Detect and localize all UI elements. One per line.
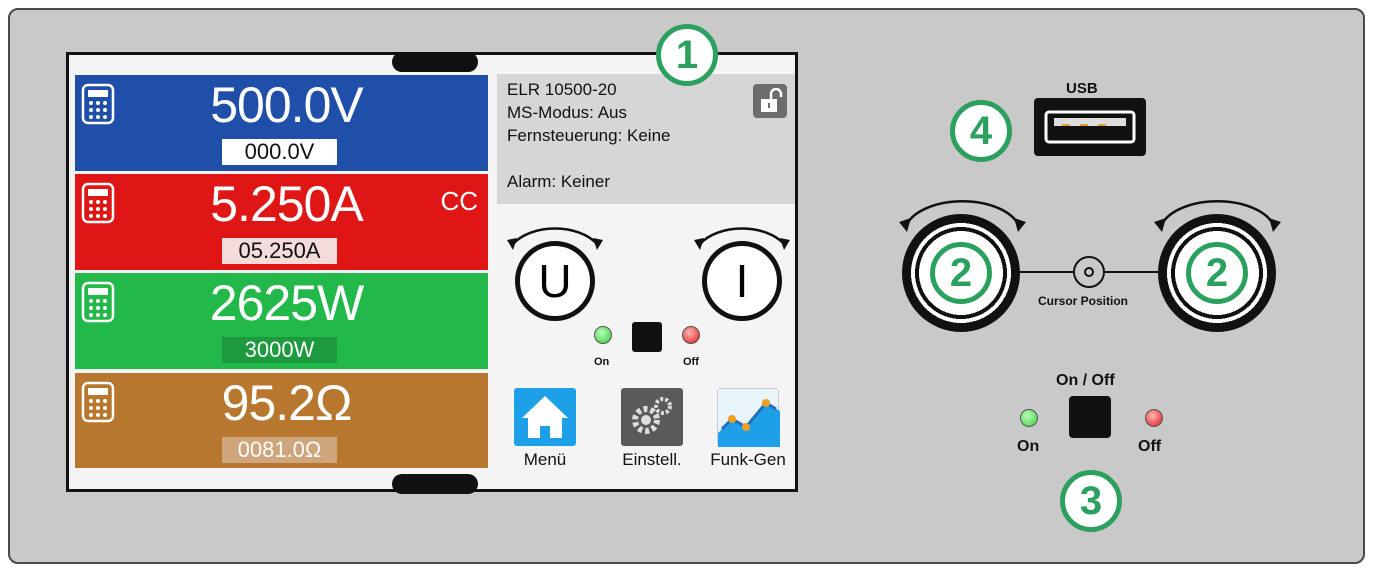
menu-app-button[interactable]: Menü (512, 388, 578, 470)
off-led (682, 326, 700, 344)
off-label: Off (1138, 438, 1162, 455)
power-actual: 2625W (209, 275, 364, 331)
function-generator-icon (717, 388, 780, 447)
resistance-actual: 95.2Ω (221, 375, 353, 431)
cursor-position-label: Cursor Position (1038, 294, 1129, 308)
current-tile[interactable]: 5.250A CC 05.250A (75, 174, 488, 270)
home-icon (514, 388, 576, 446)
on-led-panel (1020, 409, 1038, 427)
calculator-icon[interactable] (81, 381, 115, 423)
on-off-button[interactable] (1069, 396, 1111, 438)
on-led (594, 326, 612, 344)
function-generator-app-button[interactable]: Funk-Gen (704, 388, 792, 470)
on-label: On (1017, 438, 1040, 455)
usb-port[interactable] (1034, 98, 1146, 156)
callout-3: 3 (1060, 470, 1122, 532)
screen-notch-top (392, 52, 478, 72)
remote-control-status: Fernsteuerung: Keine (507, 126, 671, 145)
callout-4: 4 (950, 100, 1012, 162)
menu-label: Menü (523, 450, 567, 469)
power-tile[interactable]: 2625W 3000W (75, 273, 488, 369)
current-setpoint[interactable]: 05.250A (222, 238, 337, 264)
on-off-button-screen[interactable] (632, 322, 662, 352)
off-led-label: Off (683, 356, 699, 368)
ms-mode-status: MS-Modus: Aus (507, 103, 627, 122)
calculator-icon[interactable] (81, 281, 115, 323)
off-led-panel (1145, 409, 1163, 427)
on-off-label: On / Off (1056, 372, 1115, 389)
cursor-position-indicator (1073, 256, 1105, 288)
voltage-actual: 500.0V (210, 77, 363, 133)
power-setpoint[interactable]: 3000W (222, 337, 337, 363)
unlock-icon[interactable] (753, 84, 787, 118)
usb-label: USB (1066, 80, 1098, 97)
screen-notch-bottom (392, 474, 478, 494)
resistance-setpoint[interactable]: 0081.0Ω (222, 437, 337, 463)
resistance-tile[interactable]: 95.2Ω 0081.0Ω (75, 373, 488, 468)
usb-port-icon (1044, 110, 1136, 144)
voltage-tile[interactable]: 500.0V 000.0V (75, 75, 488, 171)
alarm-status: Alarm: Keiner (507, 172, 610, 191)
voltage-setpoint[interactable]: 000.0V (222, 139, 337, 165)
device-model: ELR 10500-20 (507, 80, 617, 99)
regulation-mode-badge: CC (440, 186, 478, 216)
current-actual: 5.250A (210, 176, 363, 232)
settings-app-button[interactable]: Einstell. (612, 388, 692, 470)
gear-icon (621, 388, 683, 446)
settings-label: Einstell. (622, 450, 682, 469)
callout-1: 1 (656, 24, 718, 86)
callout-2-left: 2 (930, 242, 992, 304)
function-generator-label: Funk-Gen (710, 450, 786, 469)
status-info-panel: ELR 10500-20 MS-Modus: Aus Fernsteuerung… (497, 74, 795, 204)
calculator-icon[interactable] (81, 83, 115, 125)
current-knob[interactable]: I (702, 241, 782, 321)
on-led-label: On (594, 356, 610, 368)
voltage-knob[interactable]: U (515, 241, 595, 321)
callout-2-right: 2 (1186, 242, 1248, 304)
calculator-icon[interactable] (81, 182, 115, 224)
